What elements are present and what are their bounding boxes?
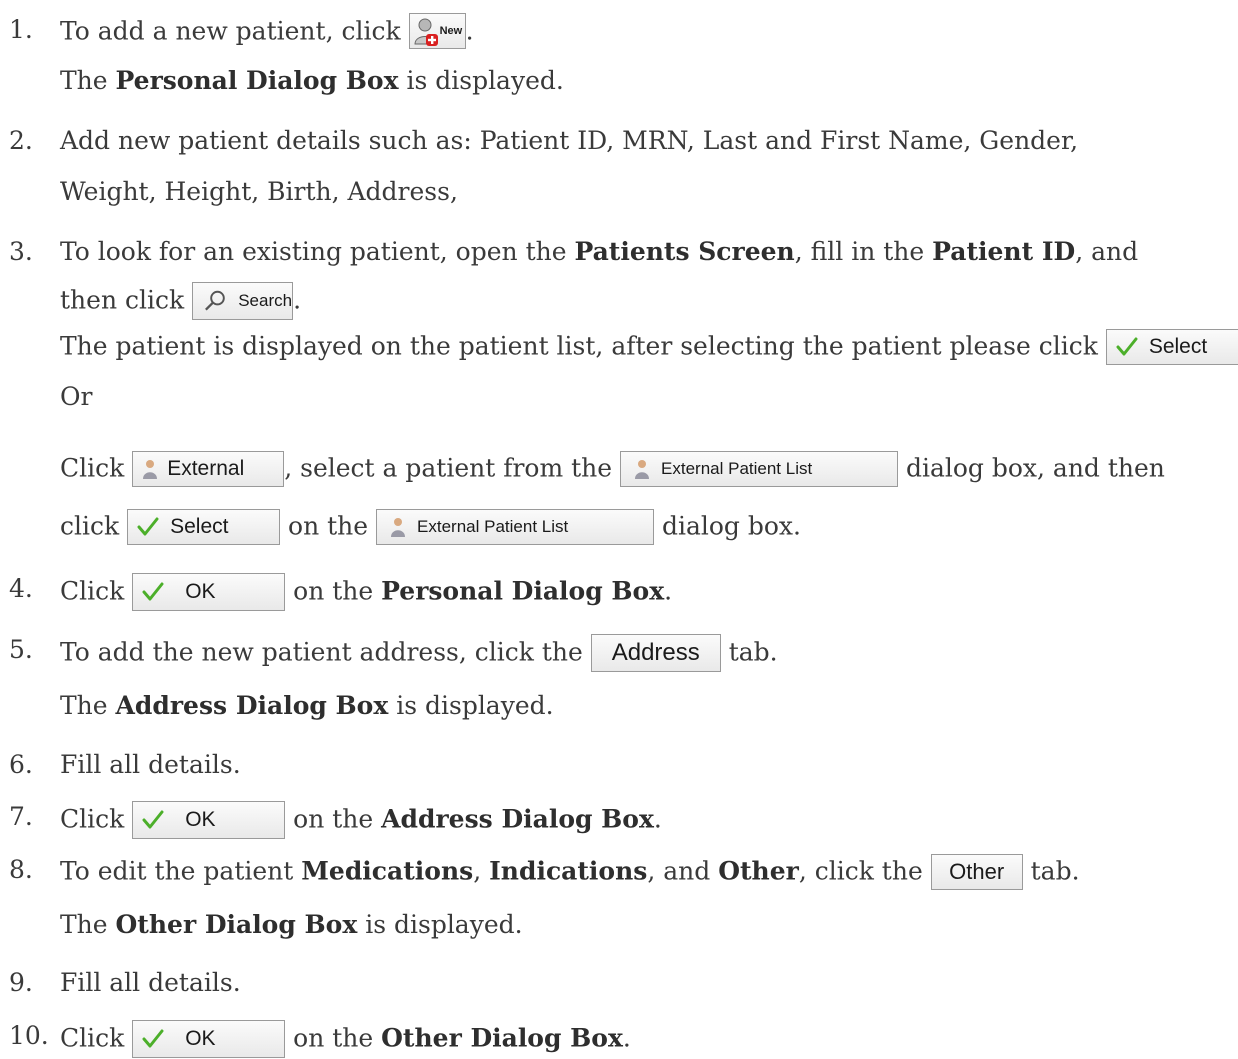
step-number: 1. — [9, 15, 33, 44]
check-icon — [1116, 337, 1138, 356]
check-icon — [142, 582, 164, 601]
other-tab[interactable]: Other — [930, 854, 1023, 890]
ok-button[interactable]: OK — [132, 801, 286, 839]
external-button[interactable]: External — [132, 451, 285, 487]
search-icon — [205, 290, 225, 311]
external-patient-list-tab[interactable]: External Patient List — [620, 451, 899, 487]
instructions-page: 1. To add a new patient, click New. The … — [0, 0, 1238, 1058]
check-icon — [142, 810, 164, 829]
check-icon — [142, 1029, 164, 1048]
select-button[interactable]: Select — [1105, 329, 1238, 365]
new-patient-button[interactable]: New — [408, 13, 466, 49]
search-button[interactable]: Search — [192, 282, 294, 320]
select-button[interactable]: Select — [127, 509, 281, 545]
address-tab[interactable]: Address — [590, 634, 721, 672]
external-patient-list-tab[interactable]: External Patient List — [376, 509, 655, 545]
check-icon — [137, 517, 159, 536]
patient-add-icon — [414, 18, 438, 46]
ok-button[interactable]: OK — [132, 1020, 286, 1058]
patient-icon — [635, 460, 650, 479]
ok-button[interactable]: OK — [132, 573, 286, 611]
patient-icon — [391, 518, 406, 537]
patient-icon — [143, 460, 158, 479]
